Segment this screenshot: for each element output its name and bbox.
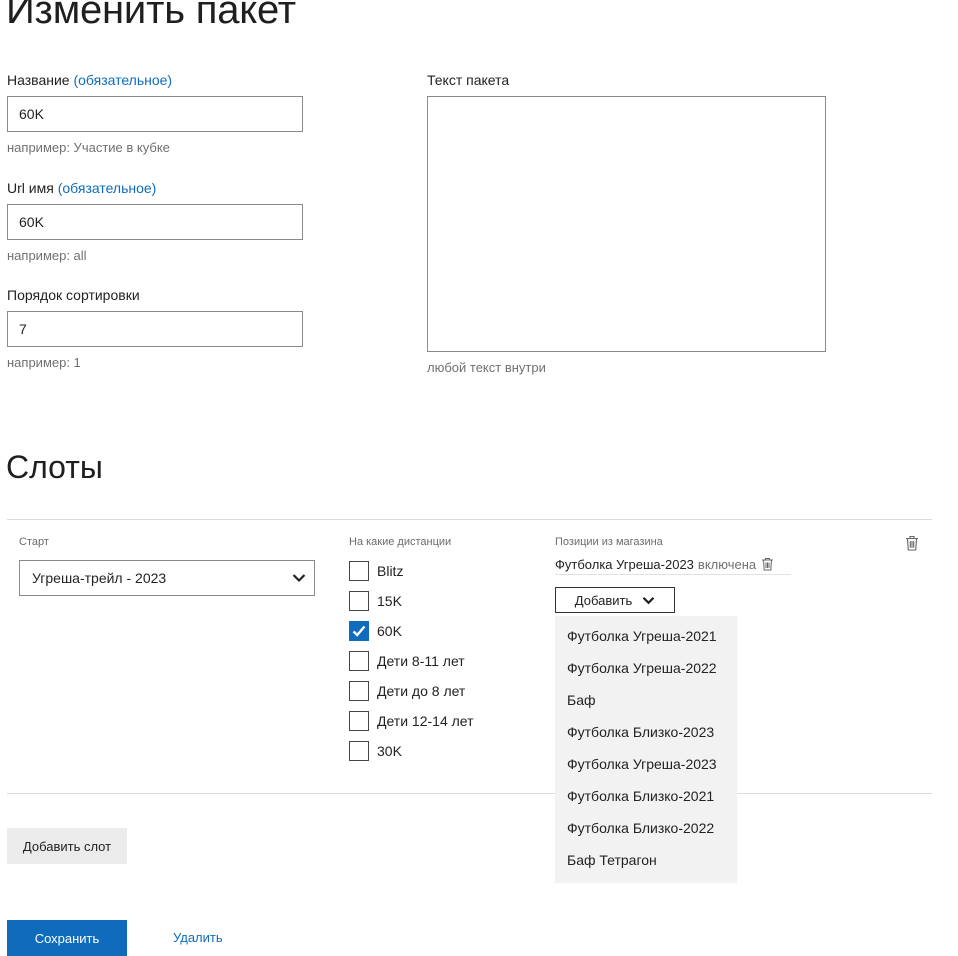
sort-hint: например: 1 [7, 355, 81, 370]
url-input-value: 60K [19, 214, 44, 230]
shop-option[interactable]: Баф Тетрагон [555, 844, 737, 876]
url-label: Url имя (обязательное) [7, 180, 156, 196]
distance-checkbox[interactable] [349, 651, 369, 671]
start-select-value: Угреша-трейл - 2023 [32, 570, 167, 586]
chevron-down-icon [292, 570, 306, 586]
distance-option-label: 30K [377, 743, 402, 759]
slots-title: Слоты [6, 449, 103, 485]
name-required-note: (обязательное) [73, 72, 173, 88]
distance-option[interactable]: Blitz [349, 556, 474, 586]
distances-label: На какие дистанции [349, 536, 452, 548]
shop-item-underline [555, 574, 791, 575]
package-text-hint: любой текст внутри [427, 360, 546, 375]
url-input[interactable]: 60K [7, 204, 303, 240]
chevron-down-icon [642, 593, 655, 608]
url-hint: например: all [7, 248, 87, 263]
distance-checkbox[interactable] [349, 711, 369, 731]
delete-slot-trash-icon[interactable] [905, 535, 919, 556]
add-slot-button[interactable]: Добавить слот [7, 828, 127, 864]
distance-option-label: Дети 12-14 лет [377, 713, 474, 729]
start-label: Старт [19, 536, 49, 548]
distance-option-label: Blitz [377, 563, 404, 579]
name-input[interactable]: 60K [7, 96, 303, 132]
slots-top-divider [7, 519, 932, 520]
distance-option-label: 15K [377, 593, 402, 609]
distance-checkbox[interactable] [349, 741, 369, 761]
distance-option[interactable]: Дети до 8 лет [349, 676, 474, 706]
url-required-note: (обязательное) [57, 180, 157, 196]
distance-option[interactable]: Дети 8-11 лет [349, 646, 474, 676]
shop-item-status: включена [697, 556, 757, 572]
sort-input-value: 7 [19, 321, 27, 337]
shop-option[interactable]: Футболка Угреша-2022 [555, 652, 737, 684]
name-hint: например: Участие в кубке [7, 140, 170, 155]
shop-option[interactable]: Футболка Близко-2022 [555, 812, 737, 844]
distance-option-label: Дети до 8 лет [377, 683, 466, 699]
add-shop-item-dropdown[interactable]: Добавить [555, 587, 675, 613]
package-text-area[interactable] [427, 96, 826, 352]
shop-items-dropdown-menu: Футболка Угреша-2021 Футболка Угреша-202… [555, 616, 737, 883]
distance-checkbox-list: Blitz 15K 60K Дети 8-11 лет Дети до 8 ле… [349, 556, 474, 766]
slots-bottom-divider [7, 793, 932, 794]
sort-label: Порядок сортировки [7, 287, 140, 303]
name-input-value: 60K [19, 106, 44, 122]
distance-option[interactable]: 60K [349, 616, 474, 646]
delete-link[interactable]: Удалить [173, 930, 223, 945]
start-select[interactable]: Угреша-трейл - 2023 [19, 560, 315, 596]
shop-item-name: Футболка Угреша-2023 [555, 556, 694, 572]
shop-option[interactable]: Баф [555, 684, 737, 716]
distance-option[interactable]: 30K [349, 736, 474, 766]
shop-items-label: Позиции из магазина [555, 536, 663, 548]
trash-icon[interactable] [761, 557, 774, 571]
distance-option[interactable]: 15K [349, 586, 474, 616]
package-text-label: Текст пакета [427, 72, 510, 88]
shop-option[interactable]: Футболка Угреша-2021 [555, 620, 737, 652]
page-title: Изменить пакет [6, 0, 296, 32]
sort-input[interactable]: 7 [7, 311, 303, 347]
distance-option[interactable]: Дети 12-14 лет [349, 706, 474, 736]
name-label: Название (обязательное) [7, 72, 172, 88]
shop-option[interactable]: Футболка Близко-2021 [555, 780, 737, 812]
shop-item-included: Футболка Угреша-2023 включена [555, 555, 774, 573]
add-shop-item-label: Добавить [574, 592, 633, 608]
name-label-text: Название [7, 72, 70, 88]
checkmark-icon [352, 625, 366, 637]
distance-checkbox[interactable] [349, 561, 369, 581]
distance-option-label: 60K [377, 623, 402, 639]
distance-option-label: Дети 8-11 лет [377, 653, 465, 669]
url-label-text: Url имя [7, 180, 54, 196]
shop-option[interactable]: Футболка Близко-2023 [555, 716, 737, 748]
shop-option[interactable]: Футболка Угреша-2023 [555, 748, 737, 780]
distance-checkbox[interactable] [349, 591, 369, 611]
save-button[interactable]: Сохранить [7, 920, 127, 956]
distance-checkbox[interactable] [349, 681, 369, 701]
distance-checkbox[interactable] [349, 621, 369, 641]
